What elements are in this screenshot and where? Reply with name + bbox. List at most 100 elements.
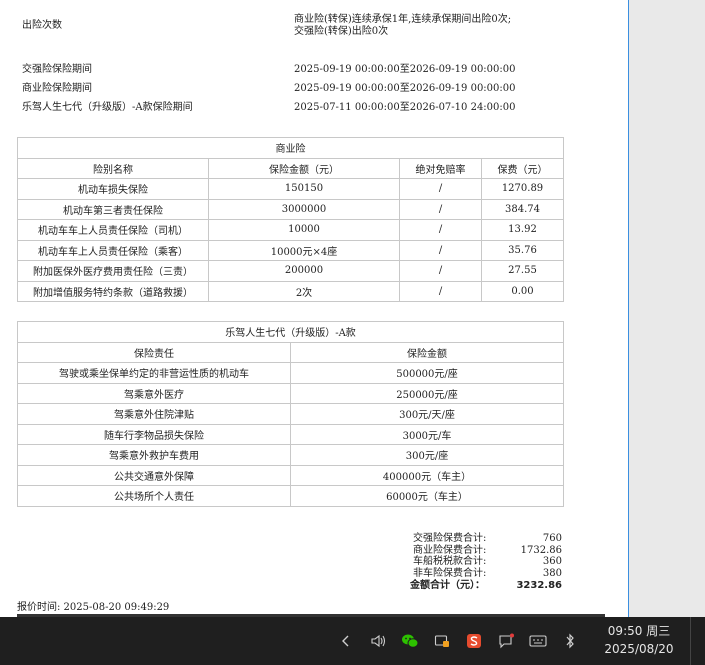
claims-count-value: 商业险(转保)连续承保1年,连续承保期间出险0次; 交强险(转保)出险0次 xyxy=(294,14,512,37)
speaker-icon[interactable] xyxy=(368,631,388,651)
summary-value: 380 xyxy=(542,567,562,579)
table-cell: 400000元（车主） xyxy=(289,464,565,486)
table-cell: 附加医保外医疗费用责任险（三责） xyxy=(17,260,209,282)
s-app-icon[interactable] xyxy=(464,631,484,651)
table-cell: 3000元/车 xyxy=(289,423,565,445)
summary-value: 360 xyxy=(542,556,562,567)
table-row: 机动车车上人员责任保险（乘客） 10000元×4座 / 35.76 xyxy=(17,239,564,261)
quote-document: 出险次数 商业险(转保)连续承保1年,连续承保期间出险0次; 交强险(转保)出险… xyxy=(0,0,628,617)
system-clock[interactable]: 09:50 周三 2025/08/20 xyxy=(598,622,680,658)
bluetooth-icon[interactable] xyxy=(560,631,580,651)
table-cell: 300元/座 xyxy=(289,444,565,466)
clock-date: 2025/08/20 xyxy=(604,642,674,656)
table-row: 驾乘意外救护车费用 300元/座 xyxy=(17,444,565,466)
table-cell: 60000元（车主） xyxy=(289,485,565,507)
summary-label: 商业险保费合计: xyxy=(413,544,487,556)
table-cell: 驾乘意外救护车费用 xyxy=(17,444,291,466)
table-cell: 驾乘意外住院津贴 xyxy=(17,403,291,425)
table-cell: / xyxy=(399,239,482,261)
table-cell: 驾驶或乘坐保单约定的非营运性质的机动车 xyxy=(17,362,291,384)
table-row: 驾乘意外医疗 250000元/座 xyxy=(17,382,565,404)
table-row: 机动车车上人员责任保险（司机） 10000 / 13.92 xyxy=(17,219,564,241)
table-cell: 驾乘意外医疗 xyxy=(17,382,291,404)
summary-row: 交强险保费合计: 760 xyxy=(410,533,562,545)
total-value: 3232.86 xyxy=(516,580,562,591)
summary-row: 车船税税款合计: 360 xyxy=(410,556,562,568)
table-cell: 500000元/座 xyxy=(289,362,565,384)
summary-value: 1732.86 xyxy=(520,544,562,556)
clock-time: 09:50 周三 xyxy=(607,624,671,638)
table-cell: 2次 xyxy=(208,280,400,302)
table-header: 绝对免赔率 xyxy=(399,157,482,179)
table-cell: 35.76 xyxy=(481,239,564,261)
total-label: 金额合计（元）： xyxy=(410,580,485,591)
table-cell: 附加增值服务特约条款（道路救援） xyxy=(17,280,209,302)
table-cell: 随车行李物品损失保险 xyxy=(17,423,291,445)
total-row: 金额合计（元）： 3232.86 xyxy=(410,580,562,592)
wechat-icon[interactable] xyxy=(400,631,420,651)
premium-summary: 交强险保费合计: 760 商业险保费合计: 1732.86 车船税税款合计: 3… xyxy=(410,533,562,592)
table-cell: 公共场所个人责任 xyxy=(17,485,291,507)
table-row: 机动车第三者责任保险 3000000 / 384.74 xyxy=(17,198,564,220)
table-header: 保险责任 xyxy=(17,341,291,363)
table-row: 公共场所个人责任 60000元（车主） xyxy=(17,485,565,507)
summary-row: 商业险保费合计: 1732.86 xyxy=(410,545,562,557)
claims-count-label: 出险次数 xyxy=(22,20,62,31)
table-cell: 27.55 xyxy=(481,260,564,282)
table-cell: 300元/天/座 xyxy=(289,403,565,425)
lejia-period-value: 2025-07-11 00:00:00至2026-07-10 24:00:00 xyxy=(294,102,516,113)
commercial-table-title: 商业险 xyxy=(17,137,564,159)
table-cell: / xyxy=(399,178,482,200)
table-header: 保费（元） xyxy=(481,157,564,179)
table-cell: 13.92 xyxy=(481,219,564,241)
commercial-period-value: 2025-09-19 00:00:00至2026-09-19 00:00:00 xyxy=(294,83,516,94)
screen-share-icon[interactable] xyxy=(432,631,452,651)
table-cell: / xyxy=(399,280,482,302)
show-desktop-button[interactable] xyxy=(690,617,705,665)
lejia-coverage-table: 乐驾人生七代（升级版）-A款 保险责任 保险金额 驾驶或乘坐保单约定的非营运性质… xyxy=(16,321,565,507)
commercial-insurance-table: 商业险 险别名称 保险金额（元） 绝对免赔率 保费（元） 机动车损失保险 150… xyxy=(17,137,564,302)
table-cell: 10000 xyxy=(208,219,400,241)
compulsory-period-value: 2025-09-19 00:00:00至2026-09-19 00:00:00 xyxy=(294,64,516,75)
table-row: 随车行李物品损失保险 3000元/车 xyxy=(17,423,565,445)
summary-label: 车船税税款合计: xyxy=(413,556,487,567)
summary-label: 交强险保费合计: xyxy=(413,533,487,544)
keyboard-icon[interactable] xyxy=(528,631,548,651)
table-cell: 10000元×4座 xyxy=(208,239,400,261)
chevron-left-icon[interactable] xyxy=(336,631,356,651)
table-row: 附加增值服务特约条款（道路救援） 2次 / 0.00 xyxy=(17,280,564,302)
side-panel xyxy=(628,0,705,617)
table-cell: / xyxy=(399,198,482,220)
table-cell: 384.74 xyxy=(481,198,564,220)
table-cell: 机动车车上人员责任保险（司机） xyxy=(17,219,209,241)
table-header: 险别名称 xyxy=(17,157,209,179)
table-cell: 公共交通意外保障 xyxy=(17,464,291,486)
table-cell: 150150 xyxy=(208,178,400,200)
quote-time: 报价时间: 2025-08-20 09:49:29 xyxy=(17,602,170,613)
table-row: 驾驶或乘坐保单约定的非营运性质的机动车 500000元/座 xyxy=(17,362,565,384)
commercial-period-label: 商业险保险期间 xyxy=(22,83,92,94)
table-header: 保险金额 xyxy=(289,341,565,363)
summary-label: 非车险保费合计: xyxy=(413,567,487,579)
table-cell: / xyxy=(399,260,482,282)
table-row: 驾乘意外住院津贴 300元/天/座 xyxy=(17,403,565,425)
message-icon[interactable] xyxy=(496,631,516,651)
table-cell: 0.00 xyxy=(481,280,564,302)
compulsory-period-label: 交强险保险期间 xyxy=(22,64,92,75)
table-cell: / xyxy=(399,219,482,241)
table-row: 附加医保外医疗费用责任险（三责） 200000 / 27.55 xyxy=(17,260,564,282)
table-cell: 3000000 xyxy=(208,198,400,220)
table-cell: 机动车第三者责任保险 xyxy=(17,198,209,220)
table-cell: 200000 xyxy=(208,260,400,282)
table-cell: 1270.89 xyxy=(481,178,564,200)
summary-row: 非车险保费合计: 380 xyxy=(410,568,562,580)
table-row: 公共交通意外保障 400000元（车主） xyxy=(17,464,565,486)
lejia-table-title: 乐驾人生七代（升级版）-A款 xyxy=(16,321,565,343)
table-cell: 机动车车上人员责任保险（乘客） xyxy=(17,239,209,261)
table-header: 保险金额（元） xyxy=(208,157,400,179)
table-cell: 250000元/座 xyxy=(289,382,565,404)
lejia-period-label: 乐驾人生七代（升级版）-A款保险期间 xyxy=(22,102,193,113)
summary-value: 760 xyxy=(542,533,562,544)
taskbar: 09:50 周三 2025/08/20 xyxy=(0,617,705,665)
table-cell: 机动车损失保险 xyxy=(17,178,209,200)
